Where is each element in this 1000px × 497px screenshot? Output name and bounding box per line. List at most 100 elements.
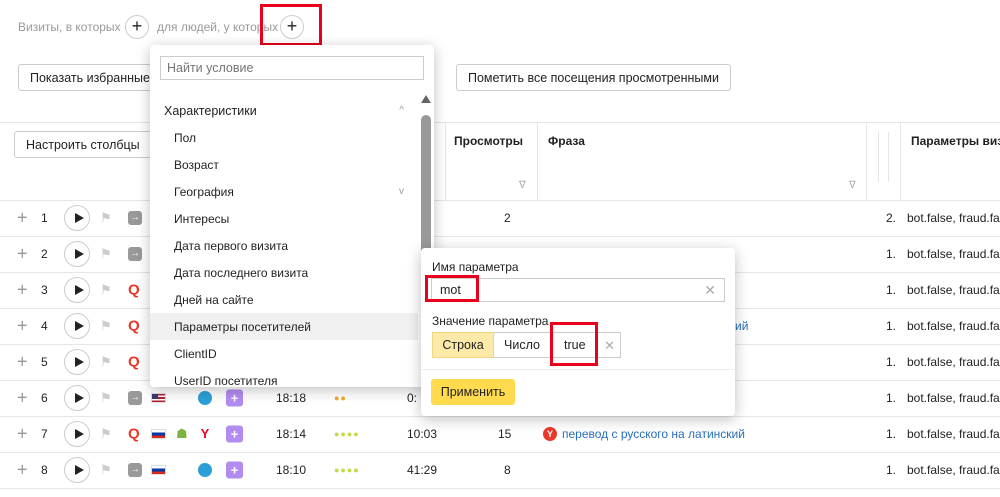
- param-count: 2.: [886, 211, 897, 225]
- param-count: 1.: [886, 355, 897, 369]
- condition-item-geography[interactable]: География v: [150, 178, 418, 205]
- expand-row-icon[interactable]: +: [17, 424, 28, 445]
- mark-all-viewed-button[interactable]: Пометить все посещения просмотренными: [456, 64, 731, 91]
- type-number-toggle[interactable]: Число: [494, 332, 551, 358]
- add-visit-condition-button[interactable]: +: [125, 15, 149, 39]
- purple-plus-icon[interactable]: +: [226, 425, 243, 443]
- expand-row-icon[interactable]: +: [17, 352, 28, 373]
- condition-item-gender[interactable]: Пол: [150, 124, 418, 151]
- row-number: 4: [41, 319, 48, 333]
- column-header-views[interactable]: Просмотры: [454, 134, 523, 148]
- play-visit-button[interactable]: [64, 277, 90, 303]
- search-phrase-link[interactable]: ий: [735, 319, 748, 333]
- flag-icon[interactable]: ⚑: [100, 390, 112, 406]
- condition-item-visitor-params[interactable]: Параметры посетителей: [150, 313, 418, 340]
- purple-plus-icon[interactable]: +: [226, 389, 243, 407]
- expand-row-icon[interactable]: +: [17, 208, 28, 229]
- condition-item-interests[interactable]: Интересы: [150, 205, 418, 232]
- condition-item-last-visit-date[interactable]: Дата последнего визита: [150, 259, 418, 286]
- visit-time: 18:18: [276, 391, 307, 405]
- scroll-up-arrow-icon[interactable]: [421, 95, 431, 103]
- purple-plus-icon[interactable]: +: [226, 461, 243, 479]
- condition-item-first-visit-date[interactable]: Дата первого визита: [150, 232, 418, 259]
- group-label: Характеристики: [164, 103, 257, 118]
- condition-search-input[interactable]: [160, 56, 424, 80]
- expand-row-icon[interactable]: +: [17, 244, 28, 265]
- table-row[interactable]: + 7 ⚑ Q ☗ Y + 18:14 ●●●● 10:03 15 Y пере…: [0, 416, 1000, 452]
- search-phrase-link[interactable]: Y перевод с русского на латинский: [543, 427, 745, 441]
- flag-icon[interactable]: ⚑: [100, 210, 112, 226]
- flag-icon[interactable]: ⚑: [100, 246, 112, 262]
- flag-icon[interactable]: ⚑: [100, 318, 112, 334]
- direct-traffic-icon: →: [128, 247, 142, 261]
- condition-label: География: [174, 184, 234, 199]
- visit-time: 18:10: [276, 463, 307, 477]
- configure-columns-button[interactable]: Настроить столбцы: [14, 131, 152, 158]
- visit-params-value: bot.false, fraud.fal: [907, 319, 1000, 333]
- views-filter-funnel-icon[interactable]: ∇: [519, 180, 526, 191]
- condition-item-days-on-site[interactable]: Дней на сайте: [150, 286, 418, 313]
- play-visit-button[interactable]: [64, 457, 90, 483]
- condition-item-userid[interactable]: UserID посетителя: [150, 367, 418, 388]
- column-header-visit-params[interactable]: Параметры визи: [911, 134, 1000, 148]
- column-header-phrase[interactable]: Фраза: [548, 134, 585, 148]
- phrase-filter-funnel-icon[interactable]: ∇: [849, 180, 856, 191]
- chevron-down-icon: v: [399, 186, 404, 197]
- clear-value-icon[interactable]: ✕: [604, 338, 615, 354]
- type-string-toggle[interactable]: Строка: [432, 332, 494, 358]
- play-visit-button[interactable]: [64, 205, 90, 231]
- column-divider: [445, 122, 446, 200]
- visit-duration: 0:: [407, 391, 418, 405]
- depth-dots: ●●●●: [334, 465, 360, 475]
- table-row[interactable]: + 8 ⚑ → + 18:10 ●●●● 41:29 8 1. bot.fals…: [0, 452, 1000, 488]
- views-value: 2: [504, 211, 511, 225]
- show-favorites-button[interactable]: Показать избранные п: [18, 64, 158, 91]
- flag-icon[interactable]: ⚑: [100, 462, 112, 478]
- add-people-condition-button[interactable]: +: [280, 15, 304, 39]
- clear-name-icon[interactable]: ✕: [704, 282, 716, 299]
- depth-dots: ●●●●: [334, 429, 360, 439]
- play-visit-button[interactable]: [64, 421, 90, 447]
- yandex-search-icon: Y: [543, 427, 557, 441]
- search-traffic-icon: Q: [128, 317, 140, 335]
- param-count: 1.: [886, 463, 897, 477]
- safari-icon: [198, 391, 212, 405]
- views-value: 8: [504, 463, 511, 477]
- visit-duration: 10:03: [407, 427, 438, 441]
- apply-button[interactable]: Применить: [431, 379, 515, 405]
- visits-filter-label: Визиты, в которых: [18, 20, 121, 34]
- android-icon: ☗: [176, 426, 188, 441]
- play-visit-button[interactable]: [64, 313, 90, 339]
- condition-item-clientid[interactable]: ClientID: [150, 340, 418, 367]
- column-divider: [900, 122, 901, 200]
- condition-list: Характеристики ^ Пол Возраст География v…: [150, 97, 418, 387]
- row-number: 8: [41, 463, 48, 477]
- chevron-up-icon: ^: [399, 105, 404, 116]
- column-divider: [888, 132, 889, 182]
- row-number: 1: [41, 211, 48, 225]
- flag-icon[interactable]: ⚑: [100, 426, 112, 442]
- expand-row-icon[interactable]: +: [17, 316, 28, 337]
- group-characteristics[interactable]: Характеристики ^: [150, 97, 418, 124]
- search-traffic-icon: Q: [128, 281, 140, 299]
- play-visit-button[interactable]: [64, 385, 90, 411]
- safari-icon: [198, 463, 212, 477]
- flag-icon[interactable]: ⚑: [100, 354, 112, 370]
- highlight-param-value: [550, 322, 598, 366]
- expand-row-icon[interactable]: +: [17, 460, 28, 481]
- column-divider: [537, 122, 538, 200]
- condition-item-age[interactable]: Возраст: [150, 151, 418, 178]
- param-count: 1.: [886, 283, 897, 297]
- depth-dots: ●●: [334, 393, 347, 403]
- play-visit-button[interactable]: [64, 241, 90, 267]
- search-phrase-text: перевод с русского на латинский: [562, 427, 745, 441]
- play-visit-button[interactable]: [64, 349, 90, 375]
- search-traffic-icon: Q: [128, 353, 140, 371]
- param-count: 1.: [886, 391, 897, 405]
- flag-icon[interactable]: ⚑: [100, 282, 112, 298]
- direct-traffic-icon: →: [128, 391, 142, 405]
- param-count: 1.: [886, 319, 897, 333]
- expand-row-icon[interactable]: +: [17, 280, 28, 301]
- visit-params-value: bot.false, fraud.fal: [907, 427, 1000, 441]
- expand-row-icon[interactable]: +: [17, 388, 28, 409]
